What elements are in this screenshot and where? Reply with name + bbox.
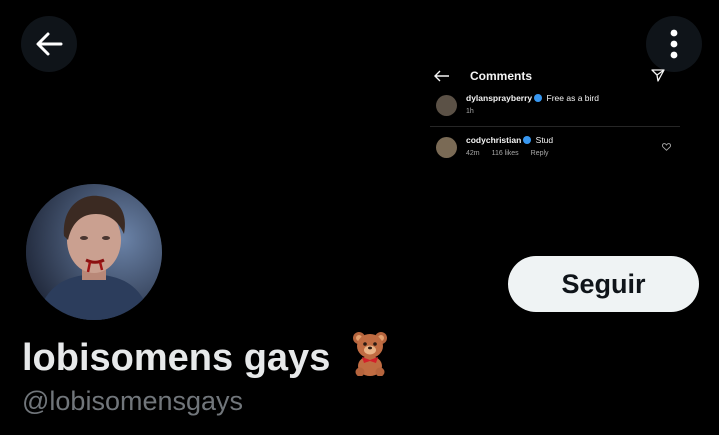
profile-display-name: lobisomens gays — [22, 336, 331, 379]
comment-username: dylansprayberry — [466, 93, 533, 103]
comment-reply: Reply — [530, 150, 549, 157]
verified-badge-icon — [523, 136, 532, 144]
more-vertical-icon — [670, 29, 678, 59]
comment-row: codychristian Stud 42m 116 likes Reply — [436, 135, 676, 165]
follow-button[interactable]: Seguir — [508, 256, 699, 312]
comments-title: Comments — [470, 69, 533, 83]
header-banner[interactable]: Comments dylansprayberry Free as a bird … — [430, 62, 682, 172]
back-button[interactable] — [21, 16, 77, 72]
divider — [430, 126, 680, 127]
heart-outline-icon — [662, 143, 671, 151]
comment-time: 1h — [466, 108, 474, 115]
comments-back-icon — [434, 70, 449, 82]
profile-display-name-row: lobisomens gays — [22, 330, 388, 386]
comment-text: Stud — [535, 135, 554, 145]
comment-time: 42m — [466, 150, 480, 157]
verified-badge-icon — [534, 94, 543, 102]
profile-handle: @lobisomensgays — [22, 386, 244, 416]
avatar-photo — [26, 184, 162, 320]
comment-username: codychristian — [466, 135, 522, 145]
comment-row: dylansprayberry Free as a bird 1h — [436, 93, 676, 123]
teddy-bear-emoji-icon — [352, 330, 388, 386]
comment-avatar — [436, 95, 457, 116]
profile-avatar[interactable] — [24, 182, 164, 322]
arrow-left-icon — [36, 32, 63, 56]
comment-text: Free as a bird — [546, 93, 599, 103]
send-icon — [651, 69, 665, 82]
comments-header: Comments — [430, 68, 682, 86]
comment-avatar — [436, 137, 457, 158]
comment-likes: 116 likes — [491, 150, 519, 157]
